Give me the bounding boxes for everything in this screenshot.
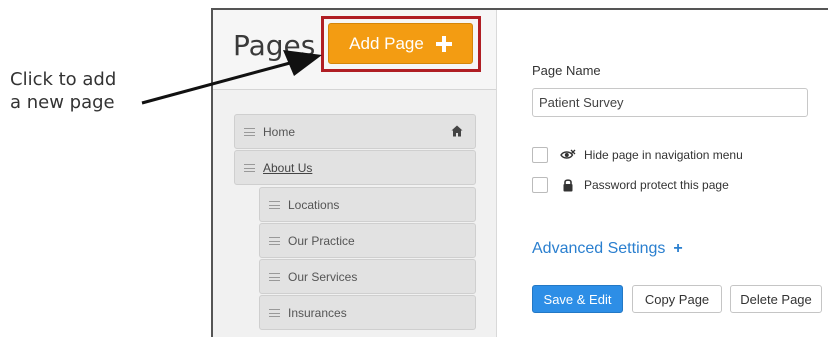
- password-option: Password protect this page: [532, 177, 729, 193]
- advanced-settings-label: Advanced Settings: [532, 240, 666, 257]
- plus-icon: [435, 35, 452, 52]
- pages-title: Pages: [233, 29, 316, 62]
- password-label: Password protect this page: [584, 178, 729, 192]
- page-editor-window: Pages Add Page Home About Us Locations O…: [211, 8, 828, 337]
- page-item-label: About Us: [263, 160, 313, 175]
- page-item-our-practice[interactable]: Our Practice: [259, 223, 476, 258]
- home-icon: [451, 125, 463, 137]
- eye-slash-icon: [560, 149, 576, 159]
- page-name-label: Page Name: [532, 63, 601, 78]
- drag-handle-icon[interactable]: [269, 236, 280, 245]
- page-item-label: Locations: [288, 197, 340, 212]
- lock-icon: [563, 179, 573, 192]
- hide-nav-option: Hide page in navigation menu: [532, 147, 743, 163]
- annotation-callout: Click to add a new page: [10, 68, 150, 114]
- drag-handle-icon[interactable]: [269, 308, 280, 317]
- page-item-label: Our Services: [288, 269, 358, 284]
- add-page-button[interactable]: Add Page: [328, 23, 473, 64]
- page-item-label: Insurances: [288, 305, 347, 320]
- annotation-line-2: a new page: [10, 92, 115, 113]
- page-name-input[interactable]: [532, 88, 808, 117]
- page-item-home[interactable]: Home: [234, 114, 476, 149]
- copy-page-button[interactable]: Copy Page: [632, 285, 722, 313]
- annotation-line-1: Click to add: [10, 69, 117, 90]
- add-page-label: Add Page: [349, 33, 424, 53]
- hide-nav-label: Hide page in navigation menu: [584, 148, 743, 162]
- drag-handle-icon[interactable]: [269, 272, 280, 281]
- page-item-label: Home: [263, 124, 296, 139]
- page-settings-panel: Page Name Hide page in navigation menu P…: [498, 10, 828, 337]
- drag-handle-icon[interactable]: [244, 163, 255, 172]
- pages-sidebar: Pages Add Page Home About Us Locations O…: [213, 10, 497, 337]
- page-item-insurances[interactable]: Insurances: [259, 295, 476, 330]
- expand-plus-icon: +: [673, 240, 683, 257]
- save-edit-button[interactable]: Save & Edit: [532, 285, 623, 313]
- drag-handle-icon[interactable]: [269, 200, 280, 209]
- delete-page-button[interactable]: Delete Page: [730, 285, 822, 313]
- drag-handle-icon[interactable]: [244, 127, 255, 136]
- advanced-settings-link[interactable]: Advanced Settings +: [532, 240, 683, 258]
- page-item-our-services[interactable]: Our Services: [259, 259, 476, 294]
- page-item-locations[interactable]: Locations: [259, 187, 476, 222]
- hide-nav-checkbox[interactable]: [532, 147, 548, 163]
- page-item-label: Our Practice: [288, 233, 355, 248]
- page-item-about-us[interactable]: About Us: [234, 150, 476, 185]
- password-checkbox[interactable]: [532, 177, 548, 193]
- pages-sidebar-header: Pages Add Page: [213, 10, 496, 90]
